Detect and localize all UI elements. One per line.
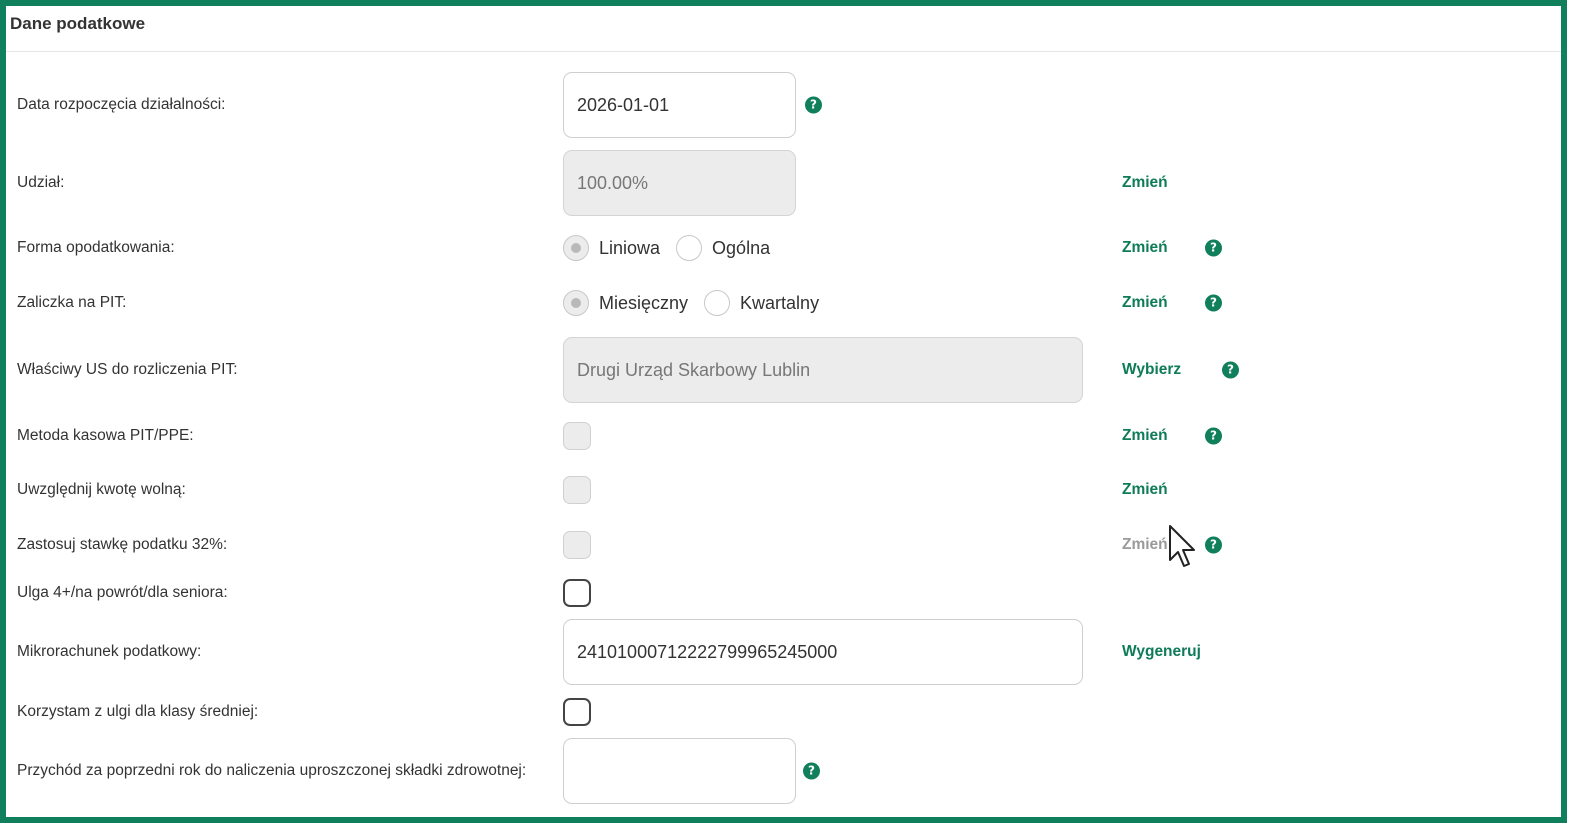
tax-free-amount-change-link[interactable]: Zmień <box>1122 481 1168 499</box>
cash-method-change-link[interactable]: Zmień <box>1122 427 1168 445</box>
taxation-form-option-liniowa[interactable]: Liniowa <box>563 235 660 261</box>
cash-method-help-icon[interactable]: ? <box>1205 427 1222 445</box>
pit-advance-change-link[interactable]: Zmień <box>1122 294 1168 312</box>
radio-label: Miesięczny <box>599 292 689 313</box>
tax-data-panel: Dane podatkowe Data rozpoczęcia działaln… <box>0 0 1567 823</box>
radio-checked-icon[interactable] <box>563 235 589 261</box>
cash-method-checkbox <box>563 422 591 450</box>
share-change-link[interactable]: Zmień <box>1122 174 1168 192</box>
pit-advance-label: Zaliczka na PIT: <box>17 294 127 311</box>
radio-unchecked-icon[interactable] <box>704 290 731 316</box>
radio-label: Ogólna <box>712 237 771 258</box>
micro-account-generate-link[interactable]: Wygeneruj <box>1122 643 1201 661</box>
radio-label: Liniowa <box>599 237 661 258</box>
share-input <box>563 150 796 216</box>
relief-4plus-label: Ulga 4+/na powrót/dla seniora: <box>17 584 228 601</box>
radio-label: Kwartalny <box>740 292 820 313</box>
previous-year-revenue-input[interactable] <box>563 738 796 804</box>
relief-4plus-checkbox[interactable] <box>563 579 591 607</box>
previous-year-revenue-help-icon[interactable]: ? <box>803 762 820 780</box>
rate-32-help-icon[interactable]: ? <box>1205 536 1222 554</box>
micro-account-input[interactable] <box>563 619 1083 685</box>
taxation-form-radio-group: Liniowa Ogólna <box>563 235 786 261</box>
section-title: Dane podatkowe <box>10 14 146 33</box>
tax-free-amount-label: Uwzględnij kwotę wolną: <box>17 481 186 498</box>
cash-method-label: Metoda kasowa PIT/PPE: <box>17 427 194 444</box>
rate-32-change-link[interactable]: Zmień <box>1122 536 1168 554</box>
start-date-input[interactable] <box>563 72 796 138</box>
rate-32-checkbox <box>563 531 591 559</box>
tax-office-label: Właściwy US do rozliczenia PIT: <box>17 361 238 378</box>
middle-class-relief-label: Korzystam z ulgi dla klasy średniej: <box>17 703 259 720</box>
tax-office-input <box>563 337 1083 403</box>
taxation-form-label: Forma opodatkowania: <box>17 239 175 256</box>
taxation-form-help-icon[interactable]: ? <box>1205 239 1222 257</box>
start-date-label: Data rozpoczęcia działalności: <box>17 96 226 113</box>
taxation-form-option-ogolna[interactable]: Ogólna <box>676 235 770 261</box>
previous-year-revenue-label: Przychód za poprzedni rok do naliczenia … <box>17 762 527 779</box>
divider <box>6 51 1561 52</box>
tax-free-amount-checkbox <box>563 476 591 504</box>
radio-unchecked-icon[interactable] <box>676 235 703 261</box>
micro-account-label: Mikrorachunek podatkowy: <box>17 643 202 660</box>
radio-checked-icon[interactable] <box>563 290 589 316</box>
pit-advance-option-quarterly[interactable]: Kwartalny <box>704 290 819 316</box>
taxation-form-change-link[interactable]: Zmień <box>1122 239 1168 257</box>
share-label: Udział: <box>17 174 65 191</box>
rate-32-label: Zastosuj stawkę podatku 32%: <box>17 536 228 553</box>
tax-office-select-link[interactable]: Wybierz <box>1122 361 1181 379</box>
middle-class-relief-checkbox[interactable] <box>563 698 591 726</box>
pit-advance-radio-group: Miesięczny Kwartalny <box>563 290 835 316</box>
start-date-help-icon[interactable]: ? <box>805 96 822 114</box>
tax-office-help-icon[interactable]: ? <box>1222 361 1239 379</box>
pit-advance-option-monthly[interactable]: Miesięczny <box>563 290 688 316</box>
pit-advance-help-icon[interactable]: ? <box>1205 294 1222 312</box>
